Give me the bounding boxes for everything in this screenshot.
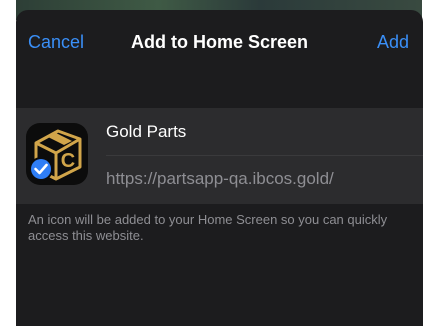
cancel-button[interactable]: Cancel (28, 32, 84, 52)
app-details-card: C https://partsapp-qa.ibcos.gold/ (16, 108, 423, 204)
gold-parts-box-icon: C (26, 123, 88, 185)
screen: Cancel Add to Home Screen Add C Gold Par… (0, 0, 423, 326)
navigation-bar: Cancel Add to Home Screen Add (16, 10, 423, 76)
box-letter-c: C (61, 150, 75, 172)
field-divider (106, 155, 423, 156)
app-name-input[interactable] (106, 120, 406, 144)
checkmark-badge-icon (29, 157, 53, 181)
add-to-home-screen-sheet: Cancel Add to Home Screen Add C Gold Par… (16, 10, 423, 326)
website-url: https://partsapp-qa.ibcos.gold/ (106, 169, 334, 188)
info-caption: An icon will be added to your Home Scree… (28, 212, 388, 243)
gold-parts-box-graphic: C (29, 129, 82, 181)
add-button[interactable]: Add (377, 32, 409, 52)
